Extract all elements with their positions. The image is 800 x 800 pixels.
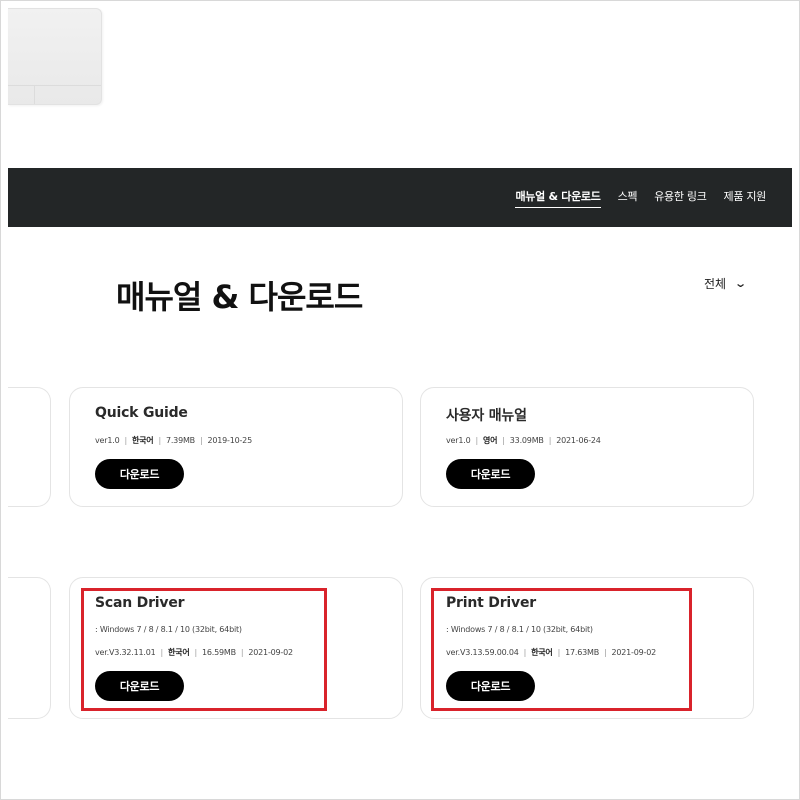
product-image-seam — [8, 85, 101, 86]
card-size: 16.59MB — [201, 648, 236, 657]
nav-links: 매뉴얼 & 다운로드 스펙 유용한 링크 제품 지원 — [515, 168, 766, 227]
card-meta: ver1.0 | 영어 | 33.09MB | 2021-06-24 — [446, 435, 601, 446]
card-os: : Windows 7 / 8 / 8.1 / 10 (32bit, 64bit… — [446, 625, 593, 634]
card-title: Print Driver — [446, 595, 536, 611]
meta-separator: | — [194, 648, 197, 657]
meta-separator: | — [557, 648, 561, 657]
card-size: 7.39MB — [165, 436, 195, 445]
card-meta: ver.V3.32.11.01 | 한국어 | 16.59MB | 2021-09-02 — [95, 647, 293, 658]
card-size: 17.63MB — [565, 648, 599, 657]
nav-item-product-support[interactable]: 제품 지원 — [724, 188, 767, 208]
product-image-slot — [34, 86, 35, 104]
meta-separator: | — [160, 648, 164, 657]
card-language: 영어 — [482, 436, 498, 445]
download-card-partial — [8, 577, 51, 719]
product-navbar: 매뉴얼 & 다운로드 스펙 유용한 링크 제품 지원 — [8, 168, 792, 227]
filter-dropdown[interactable]: 전체 ⌄ — [704, 275, 747, 292]
card-size: 33.09MB — [509, 436, 544, 445]
meta-separator: | — [158, 436, 161, 445]
card-date: 2021-06-24 — [556, 436, 601, 445]
card-version: ver1.0 — [446, 436, 471, 445]
meta-separator: | — [199, 436, 203, 445]
card-language: 한국어 — [531, 648, 553, 657]
product-image — [8, 8, 102, 105]
card-os: : Windows 7 / 8 / 8.1 / 10 (32bit, 64bit… — [95, 625, 242, 634]
card-version: ver.V3.32.11.01 — [95, 648, 156, 657]
meta-separator: | — [502, 436, 505, 445]
meta-separator: | — [548, 436, 552, 445]
download-card-quick-guide: Quick Guide ver1.0 | 한국어 | 7.39MB | 2019-10-25… — [69, 387, 403, 507]
page-title: 매뉴얼 & 다운로드 — [116, 278, 363, 316]
download-button[interactable]: 다운로드 — [446, 671, 535, 701]
card-title: Quick Guide — [95, 405, 188, 421]
meta-separator: | — [604, 648, 607, 657]
card-meta: ver1.0 | 한국어 | 7.39MB | 2019-10-25 — [95, 435, 252, 446]
download-card-partial — [8, 387, 51, 507]
nav-item-useful-links[interactable]: 유용한 링크 — [654, 188, 707, 208]
meta-separator: | — [124, 436, 127, 445]
meta-separator: | — [523, 648, 527, 657]
meta-separator: | — [475, 436, 478, 445]
card-version: ver.V3.13.59.00.04 — [446, 648, 519, 657]
card-language: 한국어 — [168, 648, 190, 657]
card-date: 2021-09-02 — [248, 648, 293, 657]
card-title: 사용자 매뉴얼 — [446, 408, 527, 424]
card-language: 한국어 — [131, 436, 154, 445]
card-meta: ver.V3.13.59.00.04 | 한국어 | 17.63MB | 2021-09-0… — [446, 647, 656, 658]
download-card-scan-driver: Scan Driver : Windows 7 / 8 / 8.1 / 10 (… — [69, 577, 403, 719]
download-card-print-driver: Print Driver : Windows 7 / 8 / 8.1 / 10 … — [420, 577, 754, 719]
card-date: 2019-10-25 — [207, 436, 252, 445]
download-button[interactable]: 다운로드 — [446, 459, 535, 489]
download-button[interactable]: 다운로드 — [95, 671, 184, 701]
meta-separator: | — [240, 648, 244, 657]
download-card-user-manual: 사용자 매뉴얼 ver1.0 | 영어 | 33.09MB | 2021-06-24 다운로… — [420, 387, 754, 507]
card-version: ver1.0 — [95, 436, 120, 445]
filter-label: 전체 — [704, 277, 727, 291]
card-title: Scan Driver — [95, 595, 185, 611]
card-date: 2021-09-02 — [611, 648, 657, 657]
nav-item-spec[interactable]: 스펙 — [618, 188, 638, 208]
nav-item-manual-download[interactable]: 매뉴얼 & 다운로드 — [515, 188, 601, 208]
download-button[interactable]: 다운로드 — [95, 459, 184, 489]
chevron-down-icon[interactable]: ⌄ — [734, 277, 747, 290]
